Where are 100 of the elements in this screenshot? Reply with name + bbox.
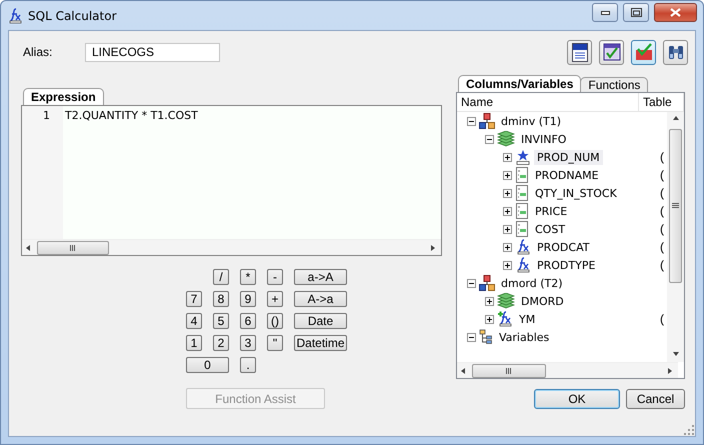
key-column-icon — [515, 149, 531, 165]
database-icon — [479, 113, 495, 129]
alias-label: Alias: — [23, 45, 54, 59]
horizontal-scrollbar[interactable] — [22, 239, 441, 255]
close-button[interactable] — [654, 3, 697, 22]
tree-item[interactable]: Variables — [496, 330, 552, 344]
table-cell-text: ( — [660, 186, 665, 200]
keypad-key[interactable]: + — [267, 291, 283, 307]
expand-icon[interactable] — [503, 170, 512, 180]
collapse-icon[interactable] — [485, 134, 494, 144]
keypad-key[interactable]: 4 — [186, 313, 202, 329]
vertical-scrollbar[interactable] — [667, 112, 684, 362]
keypad-key[interactable]: - — [267, 269, 283, 285]
cancel-button[interactable]: Cancel — [626, 389, 685, 409]
column-icon — [515, 221, 529, 237]
document-icon — [570, 42, 588, 62]
tree-item[interactable]: PRODTYPE — [534, 258, 598, 272]
toolbar-button[interactable] — [663, 40, 688, 64]
maximize-button[interactable] — [623, 3, 649, 22]
expression-tab[interactable]: Expression — [23, 88, 104, 105]
keypad-key[interactable]: A->a — [294, 291, 347, 307]
expand-icon[interactable] — [485, 314, 494, 324]
tree-item[interactable]: YM — [516, 312, 538, 326]
table-icon — [497, 293, 515, 309]
variables-icon — [479, 329, 493, 345]
column-header[interactable]: Table — [639, 93, 684, 111]
keypad-key[interactable]: Datetime — [294, 335, 347, 351]
table-cell-text: ( — [660, 222, 665, 236]
grip-icon — [672, 203, 680, 209]
table-cell-text: ( — [660, 240, 665, 254]
keypad-key[interactable]: * — [240, 269, 256, 285]
keypad-key[interactable]: 0 — [186, 357, 229, 373]
tree-item[interactable]: PRICE — [532, 204, 570, 218]
table-cell-text: ( — [660, 150, 665, 164]
collapse-icon[interactable] — [467, 332, 476, 342]
toolbar-button[interactable] — [567, 40, 592, 64]
checklist-icon — [602, 43, 620, 61]
keypad-key[interactable]: a->A — [294, 269, 347, 285]
tree-item[interactable]: dmord (T2) — [498, 276, 566, 290]
close-icon — [670, 8, 681, 17]
tree-item[interactable]: PRODNAME — [532, 168, 602, 182]
function-icon — [515, 239, 531, 255]
resize-grip-icon[interactable] — [683, 424, 694, 435]
tree-item[interactable]: INVINFO — [518, 132, 570, 146]
expand-icon[interactable] — [503, 206, 512, 216]
alias-field[interactable]: LINECOGS — [85, 42, 220, 62]
panel-tab[interactable]: Columns/Variables — [458, 75, 582, 92]
keypad-key[interactable]: 5 — [213, 313, 229, 329]
keypad-key[interactable]: '' — [267, 335, 283, 351]
tree-item[interactable]: QTY_IN_STOCK — [532, 186, 620, 200]
collapse-icon[interactable] — [467, 278, 476, 288]
minimize-button[interactable] — [592, 3, 618, 22]
keypad-key[interactable]: 2 — [213, 335, 229, 351]
expand-icon[interactable] — [503, 242, 512, 252]
collapse-icon[interactable] — [467, 116, 476, 126]
expand-icon[interactable] — [503, 188, 512, 198]
validate-icon — [634, 43, 652, 61]
line-number: 1 — [43, 108, 51, 122]
column-icon — [515, 203, 529, 219]
function-icon — [7, 8, 23, 24]
database-icon — [479, 275, 495, 291]
keypad-key[interactable]: 9 — [240, 291, 256, 307]
expand-icon[interactable] — [503, 260, 512, 270]
keypad-key[interactable]: 7 — [186, 291, 202, 307]
expression-editor[interactable]: 1 T2.QUANTITY * T1.COST — [21, 105, 442, 256]
table-icon — [497, 131, 515, 147]
tree-item[interactable]: dminv (T1) — [498, 114, 564, 128]
keypad-key[interactable]: () — [267, 313, 283, 329]
binoculars-icon — [666, 43, 684, 61]
tree-item[interactable]: PRODCAT — [534, 240, 592, 254]
tree-item[interactable]: COST — [532, 222, 568, 236]
code-line: T2.QUANTITY * T1.COST — [65, 109, 199, 122]
keypad-key[interactable]: Date — [294, 313, 347, 329]
keypad-key[interactable]: / — [213, 269, 229, 285]
toolbar-button[interactable] — [599, 40, 624, 64]
column-icon — [515, 167, 529, 183]
grip-icon — [69, 244, 77, 250]
keypad-key[interactable]: 6 — [240, 313, 256, 329]
scroll-up-icon[interactable] — [672, 115, 680, 123]
function-icon — [497, 311, 513, 327]
column-header[interactable]: Name — [457, 93, 639, 111]
tree-item[interactable]: PROD_NUM — [534, 150, 603, 164]
scroll-left-icon[interactable] — [25, 244, 33, 252]
minimize-icon — [600, 10, 610, 14]
window-title: SQL Calculator — [28, 8, 118, 22]
expand-icon[interactable] — [503, 224, 512, 234]
ok-button[interactable]: OK — [534, 389, 620, 409]
expand-icon[interactable] — [503, 152, 512, 162]
scroll-left-icon[interactable] — [460, 366, 468, 374]
tree-item[interactable]: DMORD — [518, 294, 567, 308]
maximize-icon — [630, 8, 642, 17]
table-cell-text: ( — [660, 312, 665, 326]
keypad-key[interactable]: . — [240, 357, 256, 373]
keypad-key[interactable]: 8 — [213, 291, 229, 307]
horizontal-scrollbar[interactable] — [457, 362, 678, 378]
panel-tab[interactable]: Functions — [580, 77, 648, 92]
expand-icon[interactable] — [485, 296, 494, 306]
keypad-key[interactable]: 1 — [186, 335, 202, 351]
table-cell-text: ( — [660, 168, 665, 182]
keypad-key[interactable]: 3 — [240, 335, 256, 351]
